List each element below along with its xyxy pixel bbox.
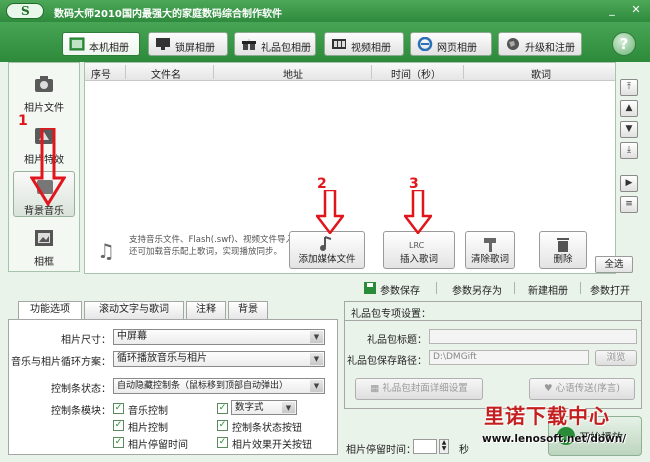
move-up-button[interactable]: ▲ <box>620 100 638 117</box>
tab-local-album[interactable]: 本机相册 <box>62 32 140 56</box>
sidenav-item-photo-files[interactable]: 相片文件 <box>13 69 75 115</box>
tab-lockscreen-album[interactable]: 锁屏相册 <box>148 32 228 56</box>
move-top-button[interactable]: ⤒ <box>620 79 638 96</box>
app-title: 数码大师2010 <box>54 9 122 20</box>
music-note-icon: ♫ <box>97 239 115 263</box>
control-status-label: 控制条状态： <box>51 384 111 395</box>
save-icon <box>364 282 376 294</box>
properties-button[interactable]: ≡ <box>620 196 638 213</box>
effect-toggle-checkbox[interactable]: ✓ <box>217 437 228 448</box>
gift-title-label: 礼品包标题： <box>367 335 427 346</box>
tab-gift-album[interactable]: 礼品包相册 <box>234 32 316 56</box>
stay-time-spinner[interactable]: ▲ ▼ <box>439 439 449 454</box>
red-arrow-2 <box>316 190 344 234</box>
chevron-down-icon: ▼ <box>310 331 323 343</box>
loop-scheme-label: 音乐与相片循环方案： <box>11 357 111 368</box>
params-bar: 参数保存 参数另存为 新建相册 参数打开 <box>0 279 650 297</box>
ie-icon <box>417 37 433 51</box>
status-button-checkbox[interactable]: ✓ <box>217 420 228 431</box>
photo-control-checkbox[interactable]: ✓ <box>113 420 124 431</box>
sidenav-item-photo-frame[interactable]: 相框 <box>13 223 75 269</box>
options-tabs: 功能选项 滚动文字与歌词 注释 背景 <box>8 301 338 320</box>
photo-stay-time-checkbox[interactable]: ✓ <box>113 437 124 448</box>
wish-message-button[interactable]: ♥ 心语传送(序言) <box>529 378 635 400</box>
param-open-link[interactable]: 参数打开 <box>590 282 630 297</box>
tab-web-album[interactable]: 网页相册 <box>410 32 492 56</box>
red-arrow-3 <box>404 190 432 234</box>
photo-size-label: 相片尺寸： <box>61 335 111 346</box>
gift-cover-settings-button[interactable]: ▦ 礼品包封面详细设置 <box>355 378 483 400</box>
col-index[interactable]: 序号 <box>91 66 111 81</box>
add-media-button[interactable]: 添加媒体文件 <box>289 231 365 269</box>
tab-background[interactable]: 背景 <box>228 301 268 319</box>
close-button[interactable]: ✕ <box>628 3 644 17</box>
watermark-url: www.lenosoft.net/down/ <box>482 433 627 445</box>
col-time[interactable]: 时间（秒） <box>391 66 441 81</box>
globe-icon <box>507 38 519 50</box>
tab-upgrade-register[interactable]: 升级和注册 <box>498 32 582 56</box>
col-lyrics[interactable]: 歌词 <box>531 66 551 81</box>
param-save-as-link[interactable]: 参数另存为 <box>452 282 502 297</box>
title-bar: S 数码大师2010 国内最强大的家庭数码综合制作软件 _ ✕ <box>0 0 650 22</box>
gift-path-label: 礼品包保存路径： <box>347 356 427 367</box>
gift-icon <box>242 39 256 50</box>
annotation-1: 1 <box>18 113 28 129</box>
list-hint: 支持音乐文件、Flash(.swf)、视频文件导入。还可加载音乐配上歌词，实现播… <box>129 235 303 257</box>
monitor-icon <box>156 38 170 50</box>
watermark-title: 里诺下载中心 <box>484 404 610 428</box>
app-logo: S <box>6 3 44 19</box>
camera-icon <box>35 76 53 92</box>
tab-function-options[interactable]: 功能选项 <box>18 301 82 320</box>
clear-lyrics-button[interactable]: 清除歌词 <box>465 231 515 269</box>
control-modules-label: 控制条模块： <box>51 406 111 417</box>
minimize-button[interactable]: _ <box>604 3 620 17</box>
delete-button[interactable]: 删除 <box>539 231 587 269</box>
col-filename[interactable]: 文件名 <box>151 66 181 81</box>
function-options-panel: 相片尺寸： 中屏幕 ▼ 音乐与相片循环方案： 循环播放音乐与相片 ▼ 控制条状态： … <box>8 319 338 455</box>
play-item-button[interactable]: ▶ <box>620 175 638 192</box>
new-album-link[interactable]: 新建相册 <box>528 282 568 297</box>
help-button[interactable]: ? <box>612 32 636 56</box>
gift-title-input[interactable] <box>429 329 637 344</box>
control-status-select[interactable]: 自动隐藏控制条（鼠标移到顶部自动弹出） ▼ <box>113 378 325 394</box>
film-icon <box>332 39 346 49</box>
gift-settings-panel: 礼品包专项设置： 礼品包标题： 礼品包保存路径： D:\DMGift 浏览 ▦ … <box>344 301 642 409</box>
photo-size-select[interactable]: 中屏幕 ▼ <box>113 329 325 345</box>
app-window: S 数码大师2010 国内最强大的家庭数码综合制作软件 _ ✕ 本机相册 锁屏相… <box>0 0 650 462</box>
photo-album-icon <box>69 37 85 51</box>
param-save-link[interactable]: 参数保存 <box>380 282 420 297</box>
move-down-button[interactable]: ▼ <box>620 121 638 138</box>
app-subtitle: 国内最强大的家庭数码综合制作软件 <box>122 9 282 20</box>
chevron-down-icon: ▼ <box>310 353 323 365</box>
chevron-down-icon: ▼ <box>310 380 323 392</box>
gift-path-input[interactable]: D:\DMGift <box>429 350 589 365</box>
stay-time-input[interactable] <box>413 439 437 454</box>
music-control-checkbox[interactable]: ✓ <box>113 403 124 414</box>
gift-icon: ▦ <box>370 383 383 394</box>
digital-style-checkbox[interactable]: ✓ <box>217 403 228 414</box>
insert-lyrics-button[interactable]: LRC 插入歌词 <box>383 231 455 269</box>
table-header: 序号 文件名 地址 时间（秒） 歌词 <box>85 63 615 81</box>
stay-time-label: 相片停留时间： <box>346 445 416 456</box>
heart-icon: ♥ <box>544 383 556 394</box>
chevron-down-icon: ▼ <box>282 402 295 413</box>
frame-icon <box>35 230 53 246</box>
order-controls: ⤒ ▲ ▼ ⤓ ▶ ≡ <box>620 79 640 269</box>
tab-notes[interactable]: 注释 <box>186 301 226 319</box>
loop-scheme-select[interactable]: 循环播放音乐与相片 ▼ <box>113 351 325 367</box>
tab-scroll-text-lyrics[interactable]: 滚动文字与歌词 <box>84 301 184 319</box>
stay-time-unit: 秒 <box>459 445 469 456</box>
browse-button[interactable]: 浏览 <box>595 350 637 366</box>
gift-settings-title: 礼品包专项设置： <box>351 309 431 320</box>
digital-style-select[interactable]: 数字式 ▼ <box>231 400 297 415</box>
media-list-panel: 序号 文件名 地址 时间（秒） 歌词 ♫ 支持音乐文件、Flash(.swf)、… <box>84 62 633 274</box>
move-bottom-button[interactable]: ⤓ <box>620 142 638 159</box>
svg-text:LRC: LRC <box>409 241 425 250</box>
tab-video-album[interactable]: 视频相册 <box>324 32 404 56</box>
main-toolbar: 本机相册 锁屏相册 礼品包相册 视频相册 网页相册 升级和注册 ? <box>0 22 650 62</box>
red-arrow-1 <box>30 128 66 206</box>
col-address[interactable]: 地址 <box>283 66 303 81</box>
